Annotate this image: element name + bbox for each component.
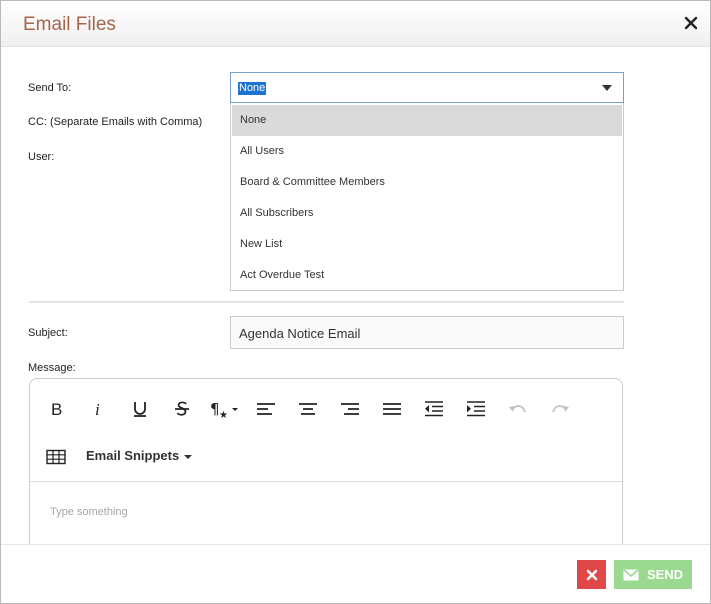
subject-label: Subject: (28, 327, 68, 339)
user-label: User: (28, 151, 55, 163)
send-to-option[interactable]: None (232, 105, 622, 136)
cancel-button[interactable] (577, 560, 606, 589)
send-to-option[interactable]: All Users (232, 136, 622, 167)
message-placeholder[interactable]: Type something (50, 506, 128, 518)
svg-text:B: B (51, 401, 62, 417)
table-icon[interactable] (44, 445, 68, 469)
outdent-icon[interactable] (422, 397, 446, 421)
email-files-dialog: Email Files Send To: CC: (Separate Email… (0, 0, 711, 604)
send-to-option[interactable]: All Subscribers (232, 198, 622, 229)
dialog-footer: SEND (1, 544, 710, 603)
section-divider (29, 301, 624, 303)
svg-text:i: i (95, 401, 100, 417)
underline-icon[interactable] (128, 397, 152, 421)
close-icon[interactable] (683, 15, 699, 31)
toolbar-divider (30, 481, 622, 482)
email-snippets-label: Email Snippets (86, 448, 180, 463)
undo-icon[interactable] (506, 397, 530, 421)
send-to-option[interactable]: New List (232, 229, 622, 260)
align-justify-icon[interactable] (380, 397, 404, 421)
strikethrough-icon[interactable] (170, 397, 194, 421)
email-snippets-dropdown[interactable]: Email Snippets (86, 448, 193, 463)
send-to-dropdown: None All Users Board & Committee Members… (230, 103, 624, 291)
indent-icon[interactable] (464, 397, 488, 421)
align-center-icon[interactable] (296, 397, 320, 421)
paragraph-format-icon[interactable]: ¶ ★ (208, 397, 242, 421)
dialog-header: Email Files (1, 1, 710, 47)
caret-down-icon (184, 454, 193, 459)
italic-icon[interactable]: i (86, 397, 110, 421)
send-to-label: Send To: (28, 82, 72, 94)
chevron-down-icon (602, 85, 612, 91)
bold-icon[interactable]: B (44, 397, 68, 421)
message-label: Message: (28, 362, 76, 374)
send-to-value: None (238, 82, 267, 95)
send-to-select[interactable]: None (230, 72, 624, 103)
send-to-option[interactable]: Board & Committee Members (232, 167, 622, 198)
send-button[interactable]: SEND (614, 560, 692, 589)
subject-input[interactable]: Agenda Notice Email (230, 316, 624, 349)
dialog-title: Email Files (23, 14, 116, 35)
send-label: SEND (646, 567, 684, 582)
cc-label: CC: (Separate Emails with Comma) (28, 116, 203, 128)
redo-icon[interactable] (548, 397, 572, 421)
svg-text:★: ★ (219, 410, 228, 419)
send-to-option[interactable]: Act Overdue Test (232, 260, 622, 291)
close-icon (586, 569, 597, 580)
align-left-icon[interactable] (254, 397, 278, 421)
envelope-icon (623, 568, 639, 580)
message-editor: B i ¶ ★ Email Snippets Type something (29, 378, 623, 558)
align-right-icon[interactable] (338, 397, 362, 421)
